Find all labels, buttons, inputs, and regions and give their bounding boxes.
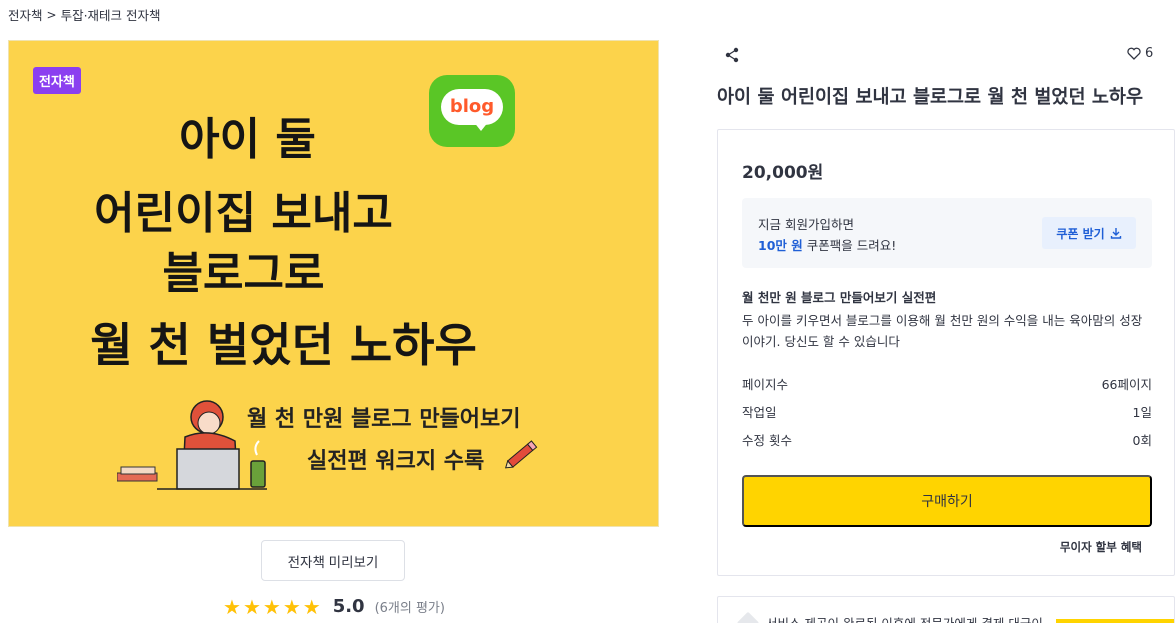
- coupon-amount: 10만 원: [758, 238, 803, 253]
- notice-text: 서비스 제공이 완료된 이후에 전문가에게 결제 대금이: [766, 613, 1043, 623]
- star-icon: ★: [223, 594, 241, 619]
- description-title: 월 천만 원 블로그 만들어보기 실전편: [742, 290, 937, 305]
- coupon-text: 지금 회원가입하면: [758, 217, 854, 232]
- info-label: 작업일: [742, 405, 777, 420]
- star-icon: ★: [302, 594, 321, 619]
- ebook-preview-button[interactable]: 전자책 미리보기: [261, 540, 405, 581]
- ebook-badge: 전자책: [33, 67, 81, 94]
- thumbnail-subtitle-line: 월 천 만원 블로그 만들어보기: [247, 407, 521, 432]
- payment-notice-panel: 서비스 제공이 완료된 이후에 전문가에게 결제 대금이: [717, 596, 1175, 623]
- like-count: 6: [1145, 46, 1154, 61]
- info-row-workdays: 작업일 1일: [742, 402, 1152, 421]
- like-button[interactable]: 6: [1127, 46, 1153, 61]
- breadcrumb-category[interactable]: 투잡·재테크 전자책: [61, 5, 161, 24]
- breadcrumb-separator: >: [46, 7, 57, 22]
- pencil-icon: [504, 440, 538, 469]
- star-icon: ★: [242, 594, 261, 619]
- info-row-pages: 페이지수 66페이지: [742, 374, 1152, 393]
- breadcrumb: 전자책 > 투잡·재테크 전자책: [8, 5, 161, 24]
- purchase-panel: 20,000원 지금 회원가입하면 10만 원 쿠폰팩을 드려요! 쿠폰 받기 …: [717, 129, 1175, 576]
- coupon-text-2: 10만 원 쿠폰팩을 드려요!: [758, 235, 896, 254]
- thumbnail-title-line: 어린이집 보내고: [94, 188, 393, 239]
- rating-count: (6개의 평가): [374, 601, 445, 616]
- coupon-button[interactable]: 쿠폰 받기: [1042, 217, 1136, 249]
- blog-bubble-tail: [473, 121, 489, 131]
- coupon-text-rest: 쿠폰팩을 드려요!: [802, 238, 897, 253]
- coupon-banner: 지금 회원가입하면 10만 원 쿠폰팩을 드려요! 쿠폰 받기: [742, 198, 1152, 268]
- thumbnail-title-line: 월 천 벌었던 노하우: [90, 318, 477, 372]
- info-value: 0회: [1132, 433, 1152, 448]
- installment-benefit-link[interactable]: 무이자 할부 혜택: [1060, 539, 1142, 555]
- buy-button[interactable]: 구매하기: [742, 475, 1152, 527]
- info-value: 66페이지: [1101, 377, 1152, 392]
- star-icon: ★: [262, 594, 281, 619]
- share-icon[interactable]: [724, 47, 740, 63]
- thumbnail-title-line: 블로그로: [162, 248, 325, 299]
- heart-icon: [1127, 47, 1141, 60]
- blog-logo-icon: blog: [429, 75, 515, 147]
- download-icon: [1110, 228, 1121, 239]
- info-value: 1일: [1132, 405, 1152, 420]
- notice-highlight: [1056, 619, 1174, 623]
- star-icon: ★: [282, 594, 301, 619]
- rating-summary[interactable]: ★ ★ ★ ★ ★ 5.0 (6개의 평가): [223, 596, 445, 617]
- product-title: 아이 둘 어린이집 보내고 블로그로 월 천 벌었던 노하우: [717, 87, 1143, 108]
- info-label: 수정 횟수: [742, 433, 792, 448]
- price: 20,000원: [742, 163, 824, 183]
- breadcrumb-root[interactable]: 전자책: [8, 5, 43, 24]
- thumbnail-subtitle-line: 실전편 워크지 수록: [307, 449, 485, 474]
- coupon-button-label: 쿠폰 받기: [1056, 226, 1105, 241]
- person-laptop-illustration: [117, 400, 267, 490]
- blog-logo-text: blog: [441, 89, 503, 125]
- info-label: 페이지수: [742, 377, 789, 392]
- description-text: 두 아이를 키우면서 블로그를 이용해 월 천만 원의 수익을 내는 육아맘의 …: [742, 313, 1143, 349]
- notice-icon: [736, 611, 760, 623]
- info-row-revisions: 수정 횟수 0회: [742, 430, 1152, 449]
- rating-value: 5.0: [332, 596, 365, 617]
- product-thumbnail[interactable]: 전자책 아이 둘 어린이집 보내고 블로그로 월 천 벌었던 노하우 blog …: [8, 40, 659, 527]
